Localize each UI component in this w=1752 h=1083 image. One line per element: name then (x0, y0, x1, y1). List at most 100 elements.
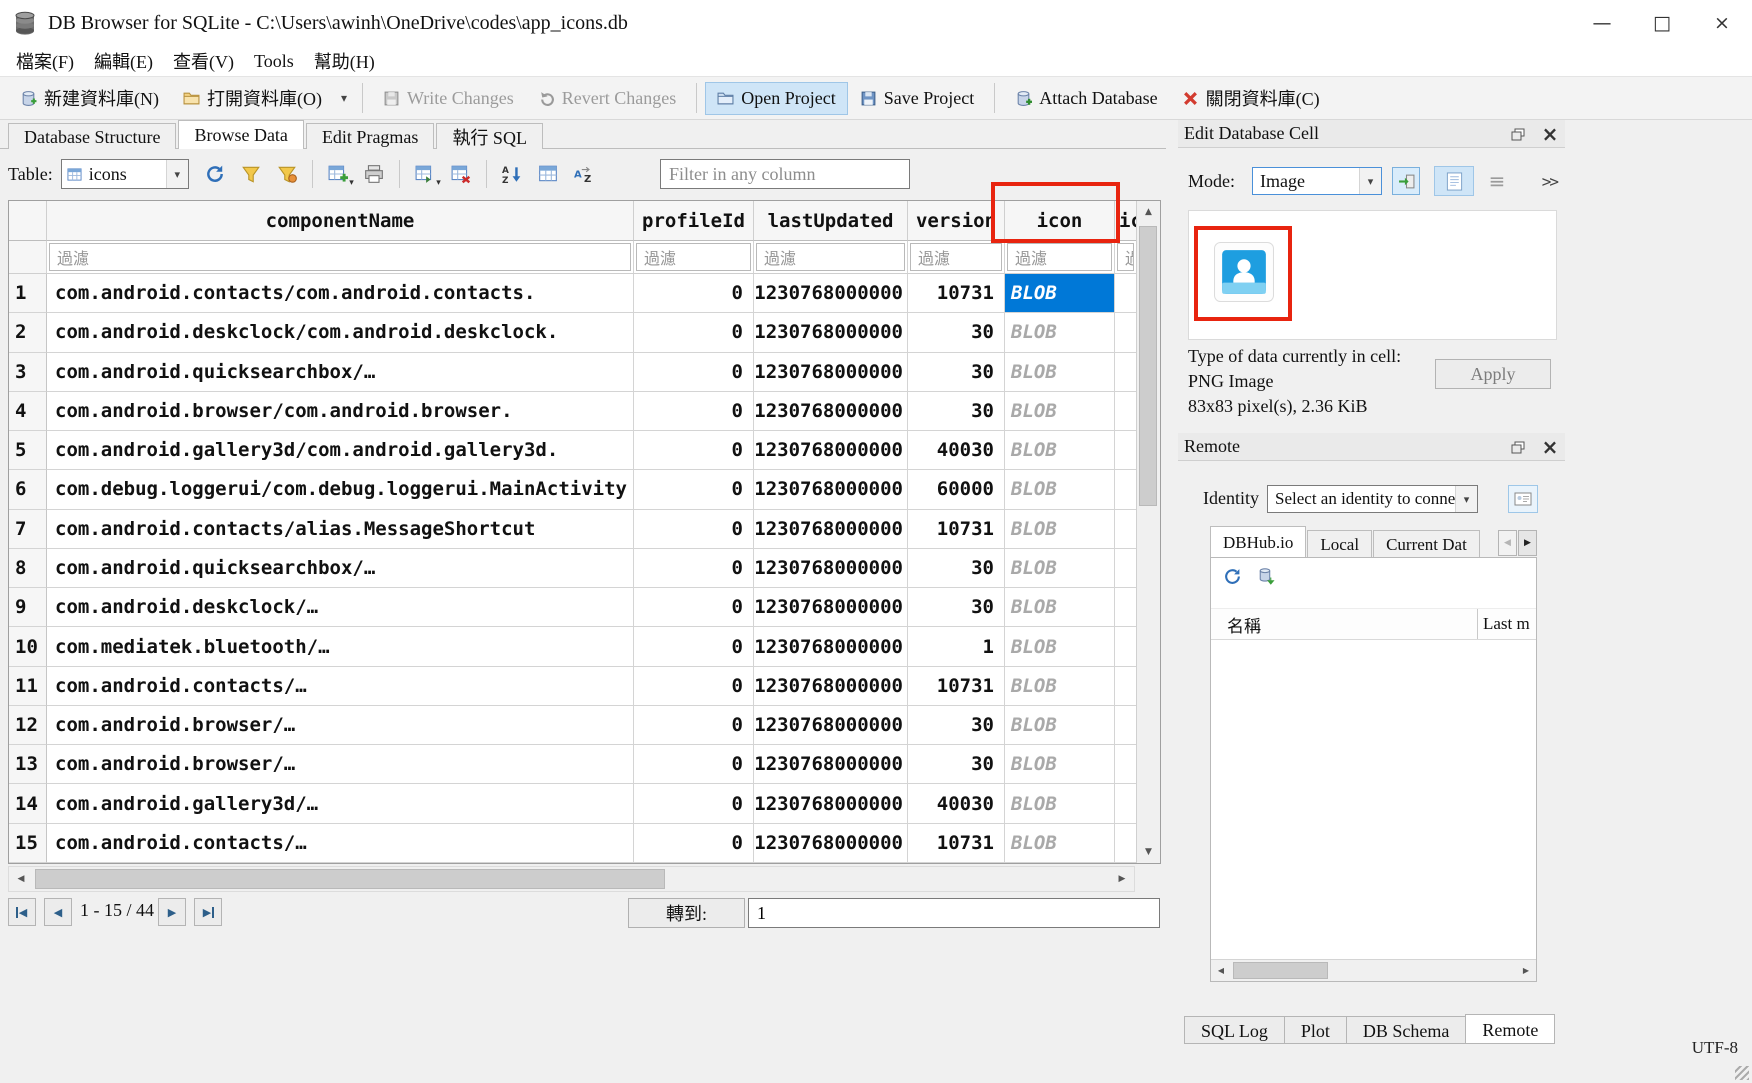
cell-version[interactable]: 40030 (908, 431, 1005, 470)
cell-profileId[interactable]: 0 (634, 510, 754, 549)
identity-selector[interactable]: Select an identity to conne ▾ (1267, 485, 1478, 513)
new-database-button[interactable]: 新建資料庫(N) (8, 79, 171, 117)
mode-selector[interactable]: Image ▾ (1252, 167, 1382, 195)
column-header-lastUpdated[interactable]: lastUpdated (754, 201, 908, 241)
cell-overflow[interactable] (1115, 510, 1136, 549)
cell-icon[interactable]: BLOB (1005, 510, 1115, 549)
cell-lastUpdated[interactable]: 1230768000000 (754, 745, 908, 784)
cell-lastUpdated[interactable]: 1230768000000 (754, 274, 908, 313)
cell-version[interactable]: 10731 (908, 824, 1005, 863)
row-number[interactable]: 2 (9, 313, 47, 352)
scroll-right-icon[interactable]: ▶ (1110, 867, 1134, 891)
cell-version[interactable]: 10731 (908, 274, 1005, 313)
row-number[interactable]: 11 (9, 667, 47, 706)
remote-tab-dbhub[interactable]: DBHub.io (1210, 526, 1306, 557)
row-number[interactable]: 14 (9, 784, 47, 823)
attach-database-button[interactable]: Attach Database (1003, 82, 1169, 115)
tab-edit-pragmas[interactable]: Edit Pragmas (306, 123, 435, 149)
revert-changes-button[interactable]: Revert Changes (526, 82, 688, 115)
cell-componentName[interactable]: com.android.browser/… (47, 745, 634, 784)
row-number[interactable]: 4 (9, 392, 47, 431)
column-header-profileId[interactable]: profileId (634, 201, 754, 241)
menu-edit[interactable]: 編輯(E) (84, 46, 163, 76)
close-database-button[interactable]: 關閉資料庫(C) (1170, 79, 1332, 117)
text-view-button[interactable] (1434, 166, 1474, 196)
first-record-button[interactable]: ◀ (8, 898, 36, 926)
row-number[interactable]: 1 (9, 274, 47, 313)
cell-overflow[interactable] (1115, 745, 1136, 784)
filter-lastUpdated-input[interactable]: 過濾 (756, 243, 905, 271)
column-header-version[interactable]: version (908, 201, 1005, 241)
scroll-down-icon[interactable]: ▼ (1137, 841, 1160, 863)
cell-lastUpdated[interactable]: 1230768000000 (754, 470, 908, 509)
cell-icon[interactable]: BLOB (1005, 627, 1115, 666)
refresh-button[interactable] (197, 157, 233, 191)
cell-profileId[interactable]: 0 (634, 784, 754, 823)
remote-tab-current-database[interactable]: Current Dat (1373, 530, 1480, 557)
row-number[interactable]: 10 (9, 627, 47, 666)
cell-version[interactable]: 30 (908, 313, 1005, 352)
cell-overflow[interactable] (1115, 431, 1136, 470)
previous-record-button[interactable]: ◀ (44, 898, 72, 926)
cell-lastUpdated[interactable]: 1230768000000 (754, 510, 908, 549)
cell-profileId[interactable]: 0 (634, 549, 754, 588)
toolbar-overflow-icon[interactable]: >> (1542, 172, 1557, 191)
cell-version[interactable]: 30 (908, 392, 1005, 431)
cell-icon[interactable]: BLOB (1005, 667, 1115, 706)
scroll-left-icon[interactable]: ◀ (1211, 960, 1231, 981)
tab-scroll-right-icon[interactable]: ▶ (1518, 530, 1537, 556)
cell-lastUpdated[interactable]: 1230768000000 (754, 706, 908, 745)
remote-column-last-modified[interactable]: Last m (1478, 614, 1536, 634)
cell-overflow[interactable] (1115, 667, 1136, 706)
filter-version-input[interactable]: 過濾 (910, 243, 1002, 271)
copy-record-button[interactable]: ▾ (407, 157, 443, 191)
cell-version[interactable]: 10731 (908, 667, 1005, 706)
cell-icon[interactable]: BLOB (1005, 549, 1115, 588)
cell-version[interactable]: 40030 (908, 784, 1005, 823)
dock-tab-remote[interactable]: Remote (1465, 1014, 1555, 1044)
row-number[interactable]: 13 (9, 745, 47, 784)
remote-scrollbar-thumb[interactable] (1233, 962, 1328, 979)
cell-profileId[interactable]: 0 (634, 588, 754, 627)
cell-overflow[interactable] (1115, 784, 1136, 823)
tab-scroll-left-icon[interactable]: ◀ (1498, 530, 1517, 556)
table-selector[interactable]: icons ▾ (61, 159, 189, 189)
cell-componentName[interactable]: com.android.contacts/… (47, 824, 634, 863)
maximize-button[interactable]: □ (1632, 0, 1692, 46)
remote-refresh-icon[interactable] (1223, 567, 1242, 586)
cell-profileId[interactable]: 0 (634, 431, 754, 470)
cell-profileId[interactable]: 0 (634, 627, 754, 666)
cell-version[interactable]: 30 (908, 549, 1005, 588)
grid-corner-header[interactable] (9, 201, 47, 241)
close-button[interactable]: × (1692, 0, 1752, 46)
scroll-up-icon[interactable]: ▲ (1137, 201, 1160, 223)
cell-icon[interactable]: BLOB (1005, 588, 1115, 627)
row-number[interactable]: 6 (9, 470, 47, 509)
filter-profileId-input[interactable]: 過濾 (636, 243, 751, 271)
menu-file[interactable]: 檔案(F) (6, 46, 84, 76)
cell-version[interactable]: 60000 (908, 470, 1005, 509)
menu-view[interactable]: 查看(V) (163, 46, 244, 76)
row-number[interactable]: 12 (9, 706, 47, 745)
close-panel-icon[interactable]: × (1539, 436, 1561, 458)
cell-componentName[interactable]: com.mediatek.bluetooth/… (47, 627, 634, 666)
open-database-dropdown-icon[interactable]: ▾ (334, 91, 354, 105)
cell-lastUpdated[interactable]: 1230768000000 (754, 667, 908, 706)
menu-tools[interactable]: Tools (244, 49, 304, 74)
remote-column-name[interactable]: 名稱 (1211, 612, 1477, 637)
cell-version[interactable]: 30 (908, 745, 1005, 784)
cell-icon[interactable]: BLOB (1005, 470, 1115, 509)
save-filterset-button[interactable] (269, 157, 305, 191)
cell-version[interactable]: 30 (908, 706, 1005, 745)
tab-execute-sql[interactable]: 執行 SQL (436, 123, 543, 149)
cell-overflow[interactable] (1115, 313, 1136, 352)
delete-record-button[interactable] (443, 157, 479, 191)
cell-profileId[interactable]: 0 (634, 274, 754, 313)
cell-profileId[interactable]: 0 (634, 392, 754, 431)
cell-componentName[interactable]: com.android.contacts/… (47, 667, 634, 706)
tab-browse-data[interactable]: Browse Data (178, 120, 303, 149)
cell-profileId[interactable]: 0 (634, 353, 754, 392)
filter-icon-input[interactable]: 過濾 (1007, 243, 1112, 271)
goto-record-button[interactable]: 轉到: (628, 898, 745, 928)
cell-componentName[interactable]: com.android.gallery3d/com.android.galler… (47, 431, 634, 470)
